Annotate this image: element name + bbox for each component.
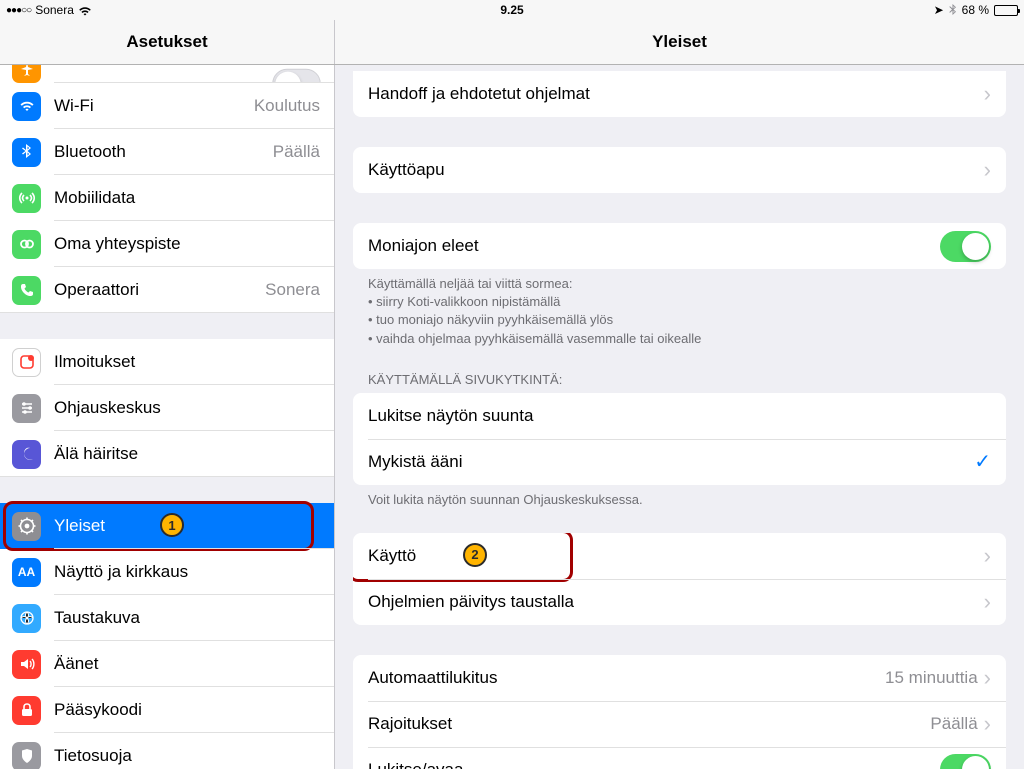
display-icon: AA [12,558,41,587]
airplane-toggle[interactable] [272,69,320,83]
sidebar-item-dnd[interactable]: Älä häiritse [0,431,334,477]
bluetooth-label: Bluetooth [54,142,273,162]
wifi-settings-icon [12,92,41,121]
notifications-label: Ilmoitukset [54,352,334,372]
general-icon [12,512,41,541]
hotspot-label: Oma yhteyspiste [54,234,334,254]
passcode-label: Pääsykoodi [54,700,334,720]
chevron-icon: › [984,81,991,107]
battery-icon [994,5,1018,16]
usage-label: Käyttö [368,546,984,566]
sidebar-item-notifications[interactable]: Ilmoitukset [0,339,334,385]
chevron-icon: › [984,543,991,569]
background-refresh-label: Ohjelmien päivitys taustalla [368,592,984,612]
bluetooth-icon [949,4,957,17]
row-accessibility[interactable]: Käyttöapu › [353,147,1006,193]
controlcenter-label: Ohjauskeskus [54,398,334,418]
carrier-label: Operaattori [54,280,265,300]
battery-percent: 68 % [962,3,989,17]
chevron-icon: › [984,157,991,183]
general-detail: Handoff ja ehdotetut ohjelmat › Käyttöap… [335,65,1024,769]
sidebar-item-general[interactable]: Yleiset 1 [0,503,334,549]
nav-bar: Asetukset Yleiset [0,20,1024,65]
cellular-icon [12,184,41,213]
multitasking-toggle[interactable] [940,231,991,262]
row-mute[interactable]: Mykistä ääni ✓ [353,439,1006,485]
autolock-label: Automaattilukitus [368,668,885,688]
row-handoff[interactable]: Handoff ja ehdotetut ohjelmat › [353,71,1006,117]
sidebar-item-airplane[interactable] [0,65,334,83]
sounds-icon [12,650,41,679]
sidebar-item-cellular[interactable]: Mobiilidata [0,175,334,221]
mute-label: Mykistä ääni [368,452,974,472]
wallpaper-icon [12,604,41,633]
handoff-label: Handoff ja ehdotetut ohjelmat [368,84,984,104]
nav-title-general: Yleiset [335,20,1024,64]
row-multitasking[interactable]: Moniajon eleet [353,223,1006,269]
sounds-label: Äänet [54,654,334,674]
sidebar-item-wallpaper[interactable]: Taustakuva [0,595,334,641]
dnd-icon [12,440,41,469]
row-lock-rotation[interactable]: Lukitse näytön suunta [353,393,1006,439]
wallpaper-label: Taustakuva [54,608,334,628]
sidebar-item-carrier[interactable]: Operaattori Sonera [0,267,334,313]
sidebar-item-controlcenter[interactable]: Ohjauskeskus [0,385,334,431]
passcode-icon [12,696,41,725]
sidebar-item-passcode[interactable]: Pääsykoodi [0,687,334,733]
accessibility-label: Käyttöapu [368,160,984,180]
settings-sidebar: Wi-Fi Koulutus Bluetooth Päällä Mobiilid… [0,65,335,769]
sidebar-item-display[interactable]: AA Näyttö ja kirkkaus [0,549,334,595]
lockunlock-toggle[interactable] [940,754,991,769]
carrier-name: Sonera [35,3,74,17]
bluetooth-settings-icon [12,138,41,167]
display-label: Näyttö ja kirkkaus [54,562,334,582]
chevron-icon: › [984,665,991,691]
nav-title-settings: Asetukset [0,20,335,64]
general-label: Yleiset [54,516,334,536]
signal-icon: ●●●○○ [6,5,31,16]
bluetooth-value: Päällä [273,142,320,162]
autolock-value: 15 minuuttia [885,668,978,688]
wifi-label: Wi-Fi [54,96,254,116]
location-icon: ➤ [934,3,944,17]
lock-rotation-label: Lukitse näytön suunta [368,406,991,426]
chevron-icon: › [984,589,991,615]
sideswitch-header: KÄYTTÄMÄLLÄ SIVUKYTKINTÄ: [368,372,991,387]
row-background-refresh[interactable]: Ohjelmien päivitys taustalla › [353,579,1006,625]
sidebar-item-privacy[interactable]: Tietosuoja [0,733,334,769]
status-time: 9.25 [500,3,523,17]
wifi-value: Koulutus [254,96,320,116]
restrictions-label: Rajoitukset [368,714,930,734]
controlcenter-icon [12,394,41,423]
sidebar-item-hotspot[interactable]: Oma yhteyspiste [0,221,334,267]
privacy-label: Tietosuoja [54,746,334,766]
multitasking-label: Moniajon eleet [368,236,940,256]
row-usage[interactable]: Käyttö › 2 [353,533,1006,579]
sidebar-item-wifi[interactable]: Wi-Fi Koulutus [0,83,334,129]
row-lockunlock[interactable]: Lukitse/avaa [353,747,1006,769]
sideswitch-footer: Voit lukita näytön suunnan Ohjauskeskuks… [368,491,991,509]
chevron-icon: › [984,711,991,737]
lockunlock-label: Lukitse/avaa [368,760,940,769]
annotation-badge-2: 2 [463,543,487,567]
row-restrictions[interactable]: Rajoitukset Päällä › [353,701,1006,747]
airplane-icon [12,65,41,83]
carrier-value: Sonera [265,280,320,300]
hotspot-icon [12,230,41,259]
check-icon: ✓ [974,449,991,474]
privacy-icon [12,742,41,769]
carrier-icon [12,276,41,305]
dnd-label: Älä häiritse [54,444,334,464]
wifi-icon [78,5,92,16]
sidebar-item-bluetooth[interactable]: Bluetooth Päällä [0,129,334,175]
status-bar: ●●●○○ Sonera 9.25 ➤ 68 % [0,0,1024,20]
annotation-badge-1: 1 [160,513,184,537]
row-autolock[interactable]: Automaattilukitus 15 minuuttia › [353,655,1006,701]
notifications-icon [12,348,41,377]
sidebar-item-sounds[interactable]: Äänet [0,641,334,687]
cellular-label: Mobiilidata [54,188,334,208]
multitasking-footer: Käyttämällä neljää tai viittä sormea: • … [368,275,991,348]
restrictions-value: Päällä [930,714,977,734]
